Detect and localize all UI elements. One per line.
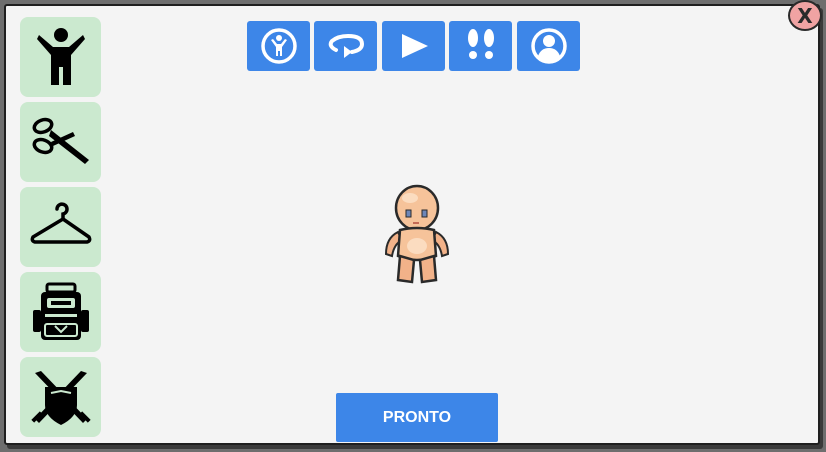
body-icon [36,28,85,85]
crossed-swords-shield-icon [30,371,91,425]
footprints-icon [467,29,494,59]
user-profile-icon [530,28,567,64]
sidebar-item-hair[interactable] [20,102,101,182]
rotate-button[interactable] [314,21,377,71]
sidebar-item-clothes[interactable] [20,187,101,267]
sidebar-item-body[interactable] [20,17,101,97]
ready-button[interactable]: PRONTO [336,393,498,442]
character-customization-dialog: PRONTO [4,4,820,445]
play-button[interactable] [382,21,445,71]
walk-button[interactable] [449,21,512,71]
character-avatar [384,184,450,284]
sidebar-item-weapons[interactable] [20,357,101,437]
backpack-icon [32,282,89,340]
hanger-icon [30,202,91,244]
sidebar-item-backpack[interactable] [20,272,101,352]
profile-button[interactable] [517,21,580,71]
scissors-icon [32,117,89,164]
play-icon [401,34,428,58]
rotate-icon [328,33,364,58]
person-circle-icon [260,28,297,64]
close-button[interactable]: X [788,0,822,31]
pose-button[interactable] [247,21,310,71]
